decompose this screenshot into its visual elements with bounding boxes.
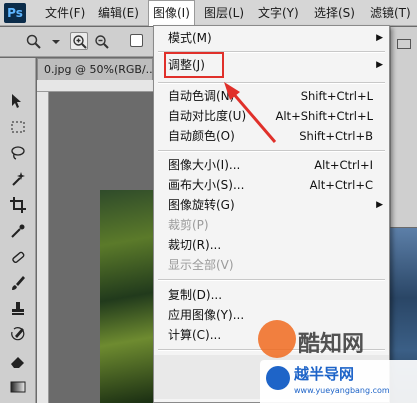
history-brush-tool-icon[interactable] xyxy=(9,326,27,344)
menu-item-label: 应用图像(Y)... xyxy=(168,308,245,322)
menu-separator xyxy=(158,150,385,152)
panel-collapse-icon[interactable] xyxy=(397,39,411,49)
menu-item-auto-tone[interactable]: 自动色调(N) Shift+Ctrl+L xyxy=(154,86,389,106)
horizontal-ruler xyxy=(37,80,153,92)
shortcut-label: Shift+Ctrl+L xyxy=(300,89,373,103)
menu-edit[interactable]: 编辑(E) xyxy=(94,0,143,26)
menu-item-label: 图像大小(I)... xyxy=(168,158,241,172)
vertical-ruler xyxy=(37,92,49,403)
eyedropper-tool-icon[interactable] xyxy=(9,222,27,240)
menu-item-auto-contrast[interactable]: 自动对比度(U) Alt+Shift+Ctrl+L xyxy=(154,106,389,126)
crop-tool-icon[interactable] xyxy=(9,196,27,214)
menu-item-label: 裁剪(P) xyxy=(168,218,209,232)
menu-item-duplicate[interactable]: 复制(D)... xyxy=(154,285,389,305)
healing-brush-tool-icon[interactable] xyxy=(9,248,27,266)
right-panel-strip xyxy=(390,27,417,227)
watermark-text: 酷知网 xyxy=(298,332,365,357)
menu-image[interactable]: 图像(I) xyxy=(148,0,195,26)
menu-item-label: 图像旋转(G) xyxy=(168,198,235,212)
zoom-in-icon[interactable] xyxy=(70,32,88,50)
menu-item-label: 自动颜色(O) xyxy=(168,129,235,143)
menu-item-label: 自动色调(N) xyxy=(168,89,235,103)
menu-filter[interactable]: 滤镜(T) xyxy=(366,0,415,26)
tools-panel xyxy=(0,58,36,403)
shortcut-label: Shift+Ctrl+B xyxy=(299,129,373,143)
photoshop-logo: Ps xyxy=(4,3,26,23)
menu-file[interactable]: 文件(F) xyxy=(41,0,89,26)
menu-item-reveal-all: 显示全部(V) xyxy=(154,255,389,275)
menu-separator xyxy=(158,82,385,84)
menu-item-label: 复制(D)... xyxy=(168,288,223,302)
menu-item-label: 裁切(R)... xyxy=(168,238,222,252)
clone-stamp-tool-icon[interactable] xyxy=(9,300,27,318)
zoom-out-icon[interactable] xyxy=(92,32,110,50)
menu-item-trim[interactable]: 裁切(R)... xyxy=(154,235,389,255)
tool-preset-dropdown-icon[interactable] xyxy=(46,32,64,50)
menu-item-canvas-size[interactable]: 画布大小(S)... Alt+Ctrl+C xyxy=(154,175,389,195)
menu-item-image-rotation[interactable]: 图像旋转(G) ▶ xyxy=(154,195,389,215)
watermark-badge-url: www.yueyangbang.com xyxy=(294,386,390,395)
submenu-arrow-icon: ▶ xyxy=(376,33,383,43)
eraser-tool-icon[interactable] xyxy=(9,352,27,370)
menu-item-label: 画布大小(S)... xyxy=(168,178,245,192)
menu-item-label: 模式(M) xyxy=(168,31,212,45)
menu-item-image-size[interactable]: 图像大小(I)... Alt+Ctrl+I xyxy=(154,155,389,175)
marquee-tool-icon[interactable] xyxy=(9,118,27,136)
watermark-badge-logo-icon xyxy=(266,366,290,390)
shortcut-label: Alt+Ctrl+C xyxy=(309,178,373,192)
brush-tool-icon[interactable] xyxy=(9,274,27,292)
watermark-badge: 越半导网 www.yueyangbang.com xyxy=(260,360,417,403)
menu-layer[interactable]: 图层(L) xyxy=(200,0,248,26)
watermark-badge-title: 越半导网 xyxy=(294,365,355,383)
gradient-tool-icon[interactable] xyxy=(9,378,27,396)
watermark-logo-icon xyxy=(258,320,296,358)
lasso-tool-icon[interactable] xyxy=(9,144,27,162)
menu-item-crop: 裁剪(P) xyxy=(154,215,389,235)
move-tool-icon[interactable] xyxy=(9,92,27,110)
submenu-arrow-icon: ▶ xyxy=(376,200,383,210)
menu-item-auto-color[interactable]: 自动颜色(O) Shift+Ctrl+B xyxy=(154,126,389,146)
submenu-arrow-icon: ▶ xyxy=(376,60,383,70)
zoom-tool-icon[interactable] xyxy=(24,32,42,50)
shortcut-label: Alt+Shift+Ctrl+L xyxy=(275,109,374,123)
menu-item-label: 显示全部(V) xyxy=(168,258,234,272)
menu-item-label: 计算(C)... xyxy=(168,328,222,342)
resize-windows-checkbox[interactable] xyxy=(130,34,143,47)
highlight-box xyxy=(164,52,224,78)
menu-item-mode[interactable]: 模式(M) ▶ xyxy=(154,28,389,48)
document-tab[interactable]: 0.jpg @ 50%(RGB/... xyxy=(37,58,153,80)
menu-select[interactable]: 选择(S) xyxy=(310,0,359,26)
menu-type[interactable]: 文字(Y) xyxy=(254,0,303,26)
magic-wand-tool-icon[interactable] xyxy=(9,170,27,188)
menu-item-label: 自动对比度(U) xyxy=(168,109,247,123)
canvas-photo xyxy=(100,190,160,403)
shortcut-label: Alt+Ctrl+I xyxy=(314,158,373,172)
menu-bar: Ps 文件(F) 编辑(E) 图像(I) 图层(L) 文字(Y) 选择(S) 滤… xyxy=(0,0,417,26)
menu-separator xyxy=(158,279,385,281)
